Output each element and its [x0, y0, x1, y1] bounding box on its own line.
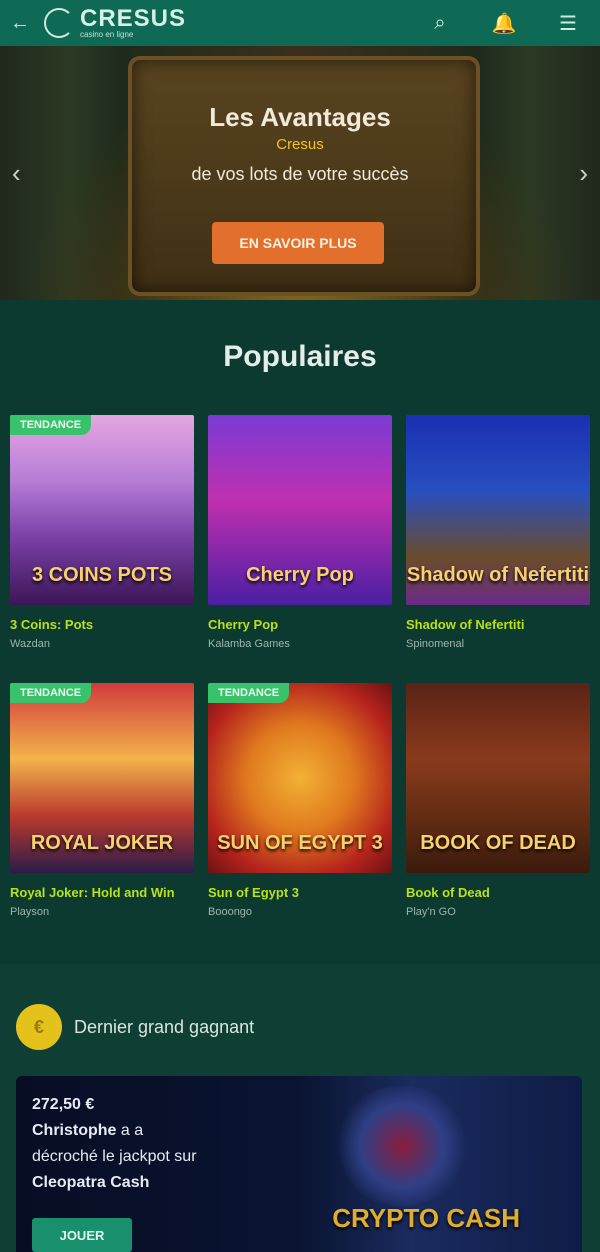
- hero-subtitle: Cresus: [276, 136, 324, 153]
- game-title[interactable]: Royal Joker: Hold and Win: [10, 885, 194, 900]
- winner-amount: 272,50 €: [32, 1096, 95, 1113]
- game-provider: Booongo: [208, 906, 253, 918]
- game-provider: Play'n GO: [406, 906, 456, 918]
- game-title[interactable]: Shadow of Nefertiti: [406, 617, 590, 632]
- game-title[interactable]: Cherry Pop: [208, 617, 392, 632]
- winner-name: Christophe: [32, 1122, 117, 1139]
- back-arrow-icon[interactable]: ←: [0, 0, 40, 46]
- popular-games-grid: 3 COINS POTS TENDANCE 3 Coins: Pots Wazd…: [10, 415, 590, 923]
- search-icon[interactable]: ⌕: [408, 0, 472, 46]
- game-card[interactable]: Cherry Pop Cherry Pop Kalamba Games: [208, 415, 392, 655]
- game-provider: Kalamba Games: [208, 638, 290, 650]
- game-thumbnail[interactable]: ROYAL JOKER TENDANCE: [10, 683, 194, 873]
- winner-header: € Dernier grand gagnant: [16, 1004, 254, 1050]
- play-button[interactable]: JOUER: [32, 1218, 132, 1252]
- game-art-label: Cherry Pop: [246, 564, 354, 586]
- game-art-label: BOOK OF DEAD: [420, 832, 576, 854]
- hero-banner[interactable]: Les Avantages Cresus de vos lots de votr…: [0, 46, 600, 300]
- carousel-next-icon[interactable]: ›: [579, 158, 588, 189]
- top-bar: ← CRESUS casino en ligne ⌕ 🔔 ☰: [0, 0, 600, 46]
- tendance-badge: TENDANCE: [10, 683, 92, 703]
- game-card[interactable]: SUN OF EGYPT 3 TENDANCE Sun of Egypt 3 B…: [208, 683, 392, 923]
- carousel-prev-icon[interactable]: ‹: [12, 158, 21, 189]
- winner-game-art-label: CRYPTO CASH: [332, 1203, 520, 1233]
- logo[interactable]: CRESUS casino en ligne: [44, 7, 186, 39]
- game-art-label: ROYAL JOKER: [30, 832, 174, 854]
- logo-name: CRESUS: [80, 5, 187, 32]
- game-thumbnail[interactable]: 3 COINS POTS TENDANCE: [10, 415, 194, 605]
- game-provider: Spinomenal: [406, 638, 465, 650]
- section-title-popular: Populaires: [223, 340, 377, 373]
- game-art-mask: [332, 1086, 472, 1206]
- menu-icon[interactable]: ☰: [536, 0, 600, 46]
- game-card[interactable]: BOOK OF DEAD Book of Dead Play'n GO: [406, 683, 590, 923]
- game-art-label: 3 COINS POTS: [31, 564, 173, 586]
- game-card[interactable]: ROYAL JOKER TENDANCE Royal Joker: Hold a…: [10, 683, 194, 923]
- tendance-badge: TENDANCE: [10, 415, 92, 435]
- game-card[interactable]: 3 COINS POTS TENDANCE 3 Coins: Pots Wazd…: [10, 415, 194, 655]
- notification-icon[interactable]: 🔔: [472, 0, 536, 46]
- game-thumbnail[interactable]: SUN OF EGYPT 3 TENDANCE: [208, 683, 392, 873]
- logo-subtitle: casino en ligne: [80, 30, 134, 39]
- hero-title: Les Avantages: [209, 102, 391, 132]
- hero-cta-button[interactable]: EN SAVOIR PLUS: [212, 222, 384, 264]
- last-big-winner-section: € Dernier grand gagnant 272,50 € Christo…: [0, 964, 600, 1252]
- game-provider: Playson: [10, 906, 50, 918]
- hero-text: de vos lots de votre succès: [191, 164, 409, 184]
- game-art-label: Shadow of Nefertiti: [406, 564, 590, 586]
- game-thumbnail[interactable]: Shadow of Nefertiti: [406, 415, 590, 605]
- game-art-label: SUN OF EGYPT 3: [217, 832, 383, 854]
- game-thumbnail[interactable]: Cherry Pop: [208, 415, 392, 605]
- winner-game: Cleopatra Cash: [32, 1174, 150, 1191]
- tendance-badge: TENDANCE: [208, 683, 290, 703]
- logo-mark: [44, 8, 74, 38]
- game-title[interactable]: Book of Dead: [406, 885, 590, 900]
- winner-text: 272,50 € Christophe a a décroché le jack…: [32, 1092, 202, 1196]
- game-provider: Wazdan: [10, 638, 50, 650]
- game-thumbnail[interactable]: BOOK OF DEAD: [406, 683, 590, 873]
- game-title[interactable]: Sun of Egypt 3: [208, 885, 392, 900]
- winner-title: Dernier grand gagnant: [74, 1016, 255, 1037]
- game-card[interactable]: Shadow of Nefertiti Shadow of Nefertiti …: [406, 415, 590, 655]
- game-title[interactable]: 3 Coins: Pots: [10, 617, 194, 632]
- winner-card[interactable]: 272,50 € Christophe a a décroché le jack…: [16, 1076, 582, 1252]
- coin-icon: €: [16, 1004, 62, 1050]
